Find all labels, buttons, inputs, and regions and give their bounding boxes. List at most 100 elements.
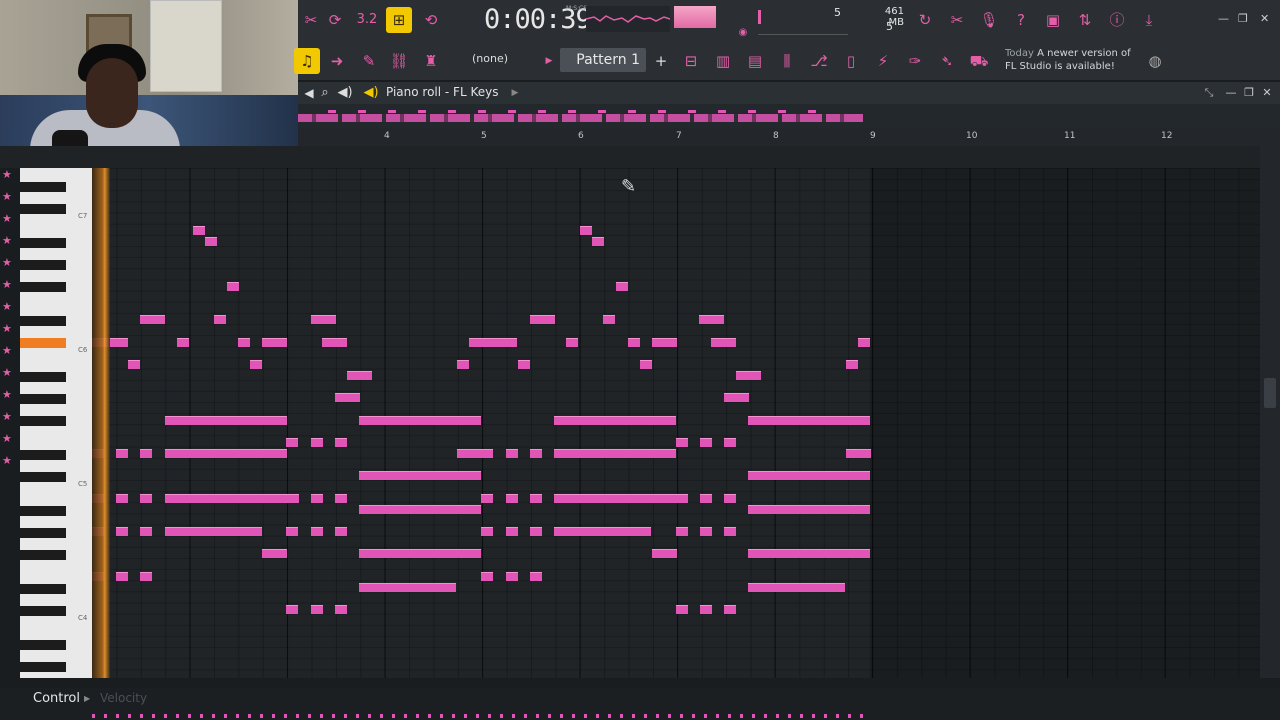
channel-rack-icon[interactable]: ▤ [742, 48, 768, 74]
midi-note[interactable] [214, 315, 226, 324]
black-key[interactable] [20, 316, 66, 326]
midi-note[interactable] [481, 494, 493, 503]
midi-note[interactable] [286, 527, 298, 536]
midi-note[interactable] [506, 494, 518, 503]
midi-note[interactable] [116, 527, 128, 536]
control-label[interactable]: Control [33, 691, 80, 706]
midi-note[interactable] [481, 572, 493, 581]
channel-selector[interactable]: (none) [472, 52, 508, 65]
midi-note[interactable] [554, 494, 688, 503]
midi-note[interactable] [116, 494, 128, 503]
midi-note[interactable] [140, 315, 165, 324]
midi-note[interactable] [311, 527, 323, 536]
minimize-icon[interactable]: — [1218, 12, 1229, 25]
midi-note[interactable] [724, 494, 736, 503]
black-key[interactable] [20, 182, 66, 192]
midi-note[interactable] [128, 360, 140, 369]
microphone-icon[interactable]: 🎙 [976, 7, 1002, 33]
midi-note[interactable] [554, 527, 651, 536]
midi-note[interactable] [566, 338, 578, 347]
loop-record-icon[interactable]: ⟲ [418, 7, 444, 33]
black-key[interactable] [20, 528, 66, 538]
midi-note[interactable] [359, 416, 481, 425]
midi-note[interactable] [530, 572, 542, 581]
midi-note[interactable] [530, 494, 542, 503]
midi-note[interactable] [457, 449, 482, 458]
midi-note[interactable] [640, 360, 652, 369]
export-icon[interactable]: ⇅ [1072, 7, 1098, 33]
piano-roll-icon[interactable]: ▥ [710, 48, 736, 74]
mixer-icon[interactable]: ⫼ [774, 48, 800, 74]
midi-note[interactable] [227, 282, 239, 291]
arrow-right-icon[interactable]: ➜ [324, 48, 350, 74]
black-key[interactable] [20, 640, 66, 650]
midi-note[interactable] [506, 527, 518, 536]
midi-note[interactable] [846, 360, 858, 369]
midi-note[interactable] [311, 438, 323, 447]
midi-note[interactable] [724, 527, 736, 536]
midi-note[interactable] [177, 338, 189, 347]
instrument-icon[interactable]: ◀) [358, 80, 384, 106]
pressed-key[interactable] [20, 338, 66, 348]
midi-note[interactable] [676, 527, 688, 536]
midi-note[interactable] [748, 549, 870, 558]
undo-history-icon[interactable]: ↻ [912, 7, 938, 33]
midi-note[interactable] [286, 605, 298, 614]
download-icon[interactable]: ⤓ [1136, 7, 1162, 33]
midi-note[interactable] [481, 449, 493, 458]
note-grid[interactable] [92, 168, 1260, 678]
info-icon[interactable]: ⓘ [1104, 7, 1130, 33]
black-key[interactable] [20, 450, 66, 460]
midi-note[interactable] [140, 572, 152, 581]
black-key[interactable] [20, 584, 66, 594]
master-volume-meter[interactable] [674, 6, 716, 28]
pr-close-icon[interactable]: ✕ [1254, 80, 1280, 106]
black-key[interactable] [20, 204, 66, 214]
midi-note[interactable] [676, 605, 688, 614]
midi-note[interactable] [359, 471, 481, 480]
midi-note[interactable] [711, 338, 736, 347]
midi-note[interactable] [335, 438, 347, 447]
midi-note[interactable] [748, 583, 845, 592]
midi-note[interactable] [311, 605, 323, 614]
midi-note[interactable] [116, 449, 128, 458]
midi-note[interactable] [846, 449, 871, 458]
black-key[interactable] [20, 506, 66, 516]
browser-icon[interactable]: ▯ [838, 48, 864, 74]
midi-note[interactable] [616, 282, 628, 291]
tempo-display[interactable]: 3.2 [354, 7, 380, 33]
link-icon[interactable]: ⛓ [386, 48, 412, 74]
title-arrow-icon[interactable]: ▶ [502, 80, 528, 106]
speaker-icon[interactable]: ◀) [332, 80, 358, 106]
midi-note[interactable] [858, 338, 870, 347]
midi-note[interactable] [335, 393, 360, 402]
midi-note[interactable] [311, 494, 323, 503]
vertical-scrollbar[interactable] [1260, 128, 1280, 678]
midi-note[interactable] [724, 393, 749, 402]
midi-note[interactable] [335, 605, 347, 614]
velocity-bars[interactable] [92, 714, 870, 718]
midi-note[interactable] [530, 527, 542, 536]
help-icon[interactable]: ? [1008, 7, 1034, 33]
midi-note[interactable] [469, 338, 481, 347]
midi-note[interactable] [580, 226, 592, 235]
midi-note[interactable] [165, 416, 287, 425]
midi-note[interactable] [481, 338, 517, 347]
midi-note[interactable] [628, 338, 640, 347]
midi-note[interactable] [724, 438, 736, 447]
midi-note[interactable] [736, 371, 761, 380]
add-pattern-button[interactable]: + [648, 48, 674, 74]
midi-note[interactable] [554, 449, 676, 458]
midi-note[interactable] [116, 572, 128, 581]
pitch-icon[interactable]: ◉ [730, 20, 756, 46]
plugin-icon[interactable]: ⚡ [870, 48, 896, 74]
stamp-icon[interactable]: ♜ [418, 48, 444, 74]
midi-note[interactable] [140, 527, 152, 536]
pick-icon[interactable]: ✑ [902, 48, 928, 74]
black-key[interactable] [20, 238, 66, 248]
piano-roll-toggle-icon[interactable]: ♫ [294, 48, 320, 74]
pencil-tool-icon[interactable]: ✎ [356, 48, 382, 74]
typing-keyboard-icon[interactable]: ✂ [298, 7, 324, 33]
black-key[interactable] [20, 282, 66, 292]
playhead[interactable] [92, 168, 110, 678]
